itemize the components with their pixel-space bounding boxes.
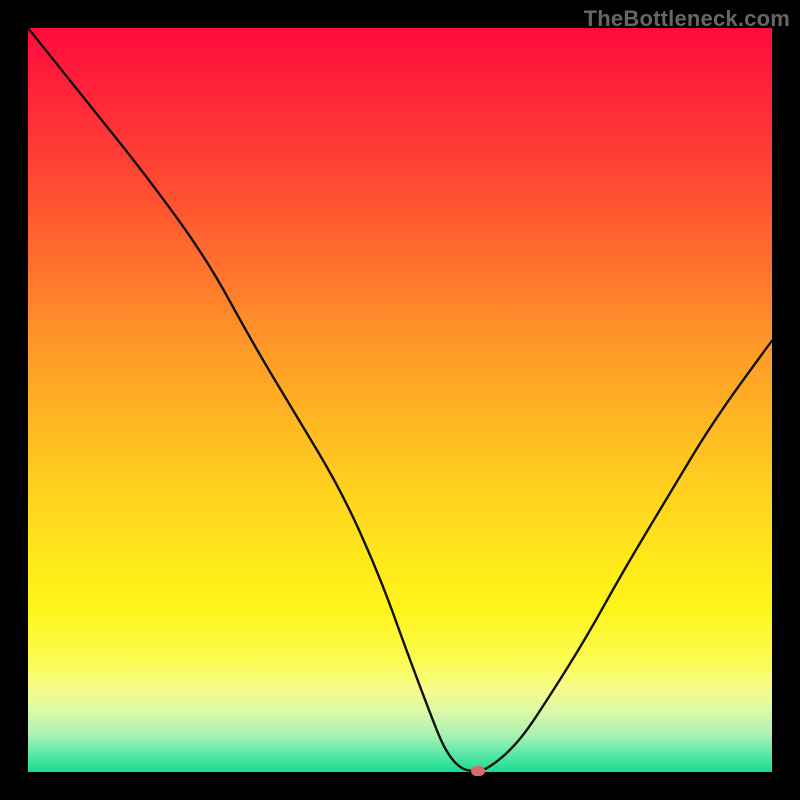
watermark-text: TheBottleneck.com: [584, 6, 790, 32]
chart-frame: TheBottleneck.com: [0, 0, 800, 800]
bottleneck-curve: [28, 28, 772, 772]
min-marker: [471, 766, 485, 776]
plot-area: [28, 28, 772, 772]
curve-path: [28, 28, 772, 771]
